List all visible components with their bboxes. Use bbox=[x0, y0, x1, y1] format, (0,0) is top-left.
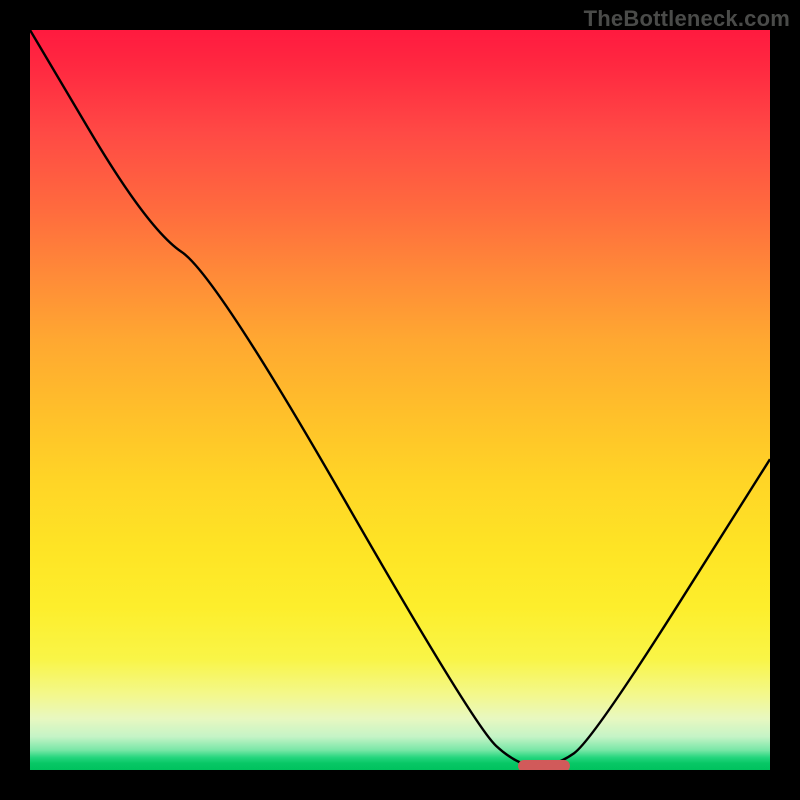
bottleneck-curve bbox=[30, 30, 770, 770]
plot-area bbox=[30, 30, 770, 770]
chart-container: TheBottleneck.com bbox=[0, 0, 800, 800]
watermark-text: TheBottleneck.com bbox=[584, 6, 790, 32]
optimal-marker bbox=[518, 760, 570, 770]
